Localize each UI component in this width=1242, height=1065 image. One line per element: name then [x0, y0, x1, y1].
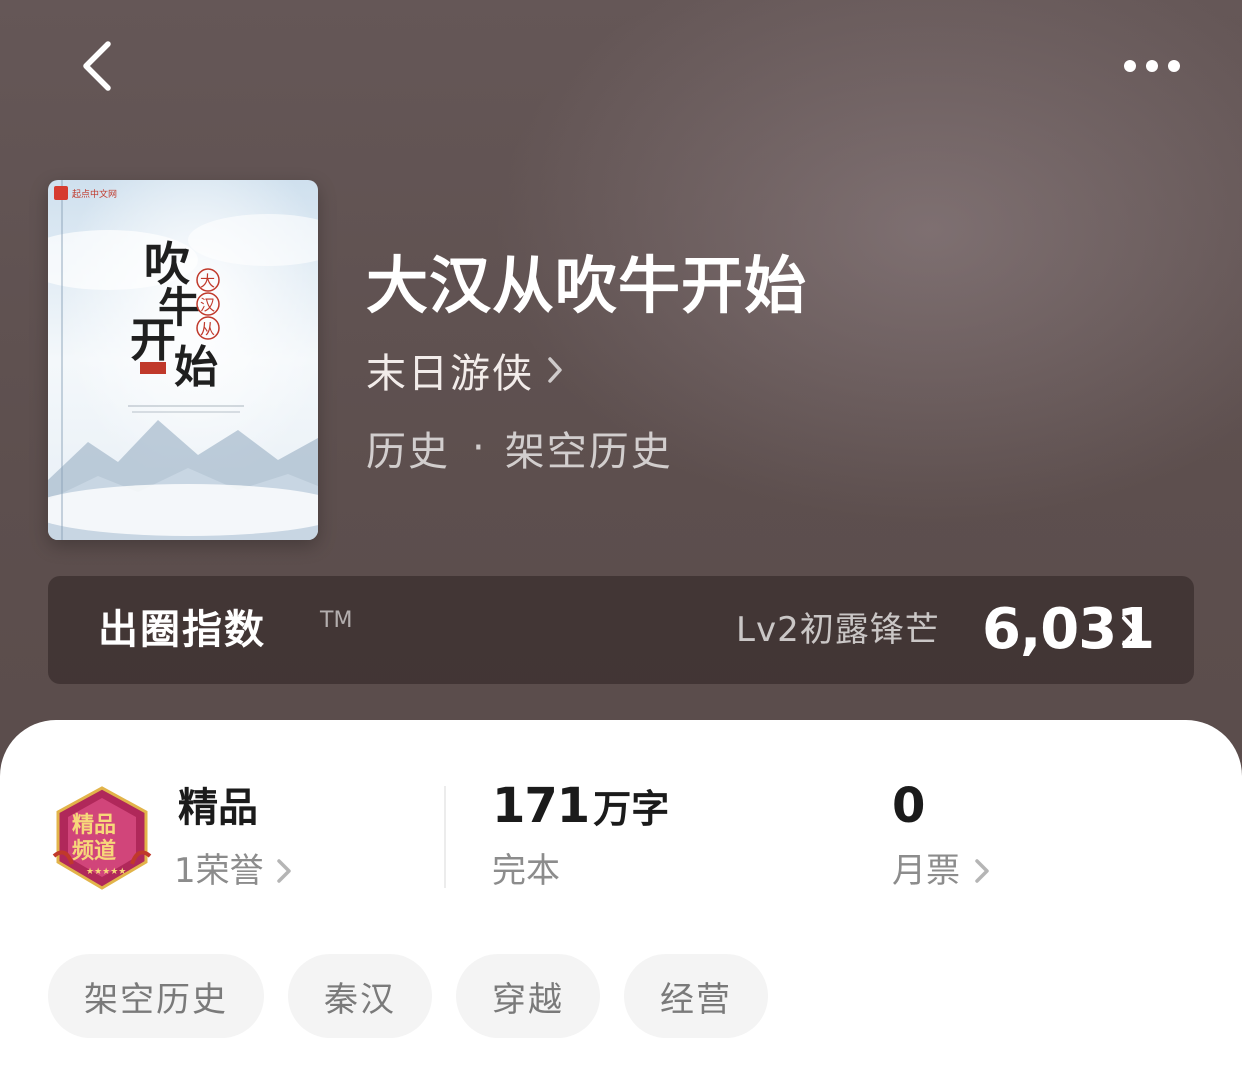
author-name: 末日游侠 — [366, 351, 534, 397]
svg-text:★★★★★: ★★★★★ — [86, 867, 126, 877]
cover-author-seal — [140, 362, 166, 374]
tag-chip[interactable]: 秦汉 — [288, 954, 432, 1038]
book-title: 大汉从吹牛开始 — [366, 249, 808, 322]
tag-chip[interactable]: 穿越 — [456, 954, 600, 1038]
stat-divider — [444, 786, 446, 888]
monthly-votes-link[interactable]: 月票 — [892, 846, 990, 896]
word-count-number: 171 — [492, 778, 590, 834]
cover-small-char-3: 从 — [200, 320, 215, 338]
monthly-votes-label: 月票 — [892, 851, 960, 891]
cover-publisher-mark: 起点中文网 — [72, 188, 117, 200]
word-count-unit: 万字 — [593, 787, 670, 831]
quality-title: 精品 — [178, 785, 258, 831]
cover-small-char-2: 汉 — [200, 296, 215, 314]
honor-count: 1荣誉 — [174, 851, 264, 891]
index-label: 出圈指数 — [98, 607, 266, 653]
tag-chip[interactable]: 经营 — [624, 954, 768, 1038]
category-label: 历史 — [366, 429, 450, 475]
more-horizontal-icon — [1124, 60, 1180, 72]
subcategory-label: 架空历史 — [504, 429, 673, 475]
word-count: 171 万字 — [492, 778, 669, 837]
author-link[interactable]: 末日游侠 — [366, 342, 564, 398]
chevron-right-icon — [975, 859, 989, 883]
more-options-button[interactable] — [1110, 40, 1194, 92]
chevron-right-icon — [546, 355, 564, 385]
honor-link[interactable]: 1荣誉 — [174, 846, 292, 896]
cover-title-char-4: 始 — [174, 342, 218, 393]
index-level: Lv2初露锋芒 — [736, 610, 940, 650]
popularity-index-bar[interactable]: 出圈指数 TM Lv2初露锋芒 6,031 — [48, 576, 1194, 684]
premium-channel-badge-icon: 精品 频道 ★★★★★ — [52, 786, 152, 890]
tag-chip[interactable]: 架空历史 — [48, 954, 264, 1038]
trademark-mark: TM — [320, 608, 353, 633]
chevron-right-icon — [1120, 614, 1140, 652]
svg-text:频道: 频道 — [72, 838, 116, 864]
cover-title-char-3: 开 — [130, 313, 176, 367]
chevron-right-icon — [276, 859, 291, 883]
book-cover-art: 起点中文网 吹 牛 开 始 大 汉 从 — [48, 180, 318, 540]
tag-list: 架空历史 秦汉 穿越 经营 — [48, 954, 768, 1038]
book-cover[interactable]: 起点中文网 吹 牛 开 始 大 汉 从 — [48, 180, 318, 540]
chevron-left-icon — [83, 41, 111, 91]
cover-small-char-1: 大 — [200, 272, 215, 290]
book-info-panel: 精品 频道 ★★★★★ 精品 1荣誉 171 万字 完本 0 月票 架空历史 秦汉… — [0, 720, 1242, 1065]
monthly-votes-number: 0 — [892, 778, 925, 834]
monthly-votes: 0 — [892, 778, 925, 837]
genre-separator: · — [472, 425, 487, 471]
completion-status: 完本 — [492, 851, 560, 891]
genre-row: 历史 · 架空历史 — [366, 420, 673, 476]
svg-text:精品: 精品 — [72, 812, 116, 838]
back-button[interactable] — [66, 36, 126, 96]
